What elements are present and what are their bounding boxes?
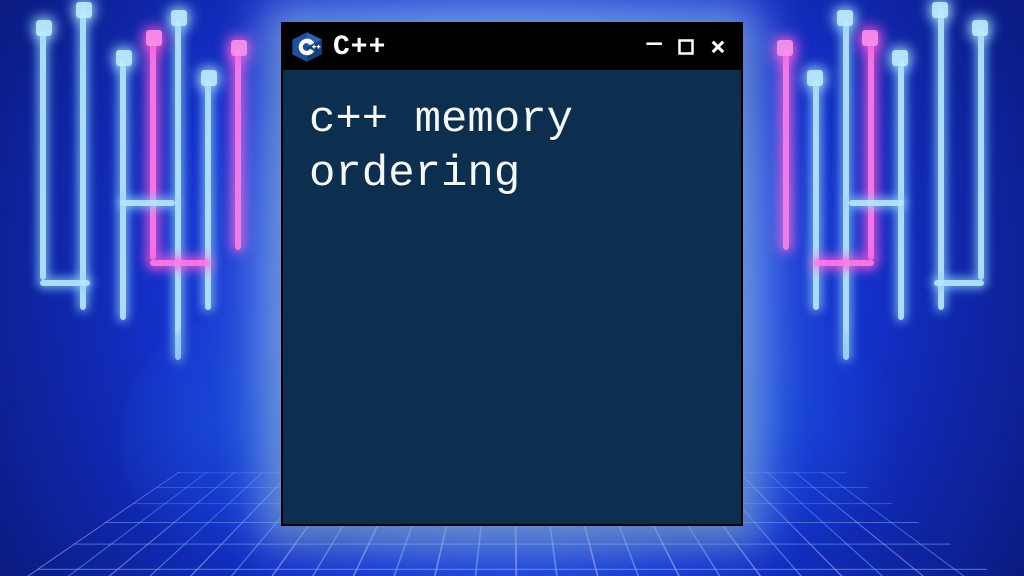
maximize-icon	[677, 38, 695, 56]
close-button[interactable]: ×	[705, 34, 731, 60]
minimize-icon: −	[645, 29, 663, 59]
window-title: C++	[333, 32, 386, 63]
cpp-logo-icon	[291, 32, 323, 62]
window-controls: − ×	[641, 34, 731, 60]
close-icon: ×	[710, 34, 726, 60]
maximize-button[interactable]	[673, 34, 699, 60]
console-window: C++ − × c++ memory ordering	[281, 22, 743, 526]
minimize-button[interactable]: −	[641, 31, 667, 57]
console-client-area: c++ memory ordering	[283, 70, 741, 524]
titlebar[interactable]: C++ − ×	[283, 24, 741, 70]
console-text: c++ memory ordering	[309, 94, 689, 201]
